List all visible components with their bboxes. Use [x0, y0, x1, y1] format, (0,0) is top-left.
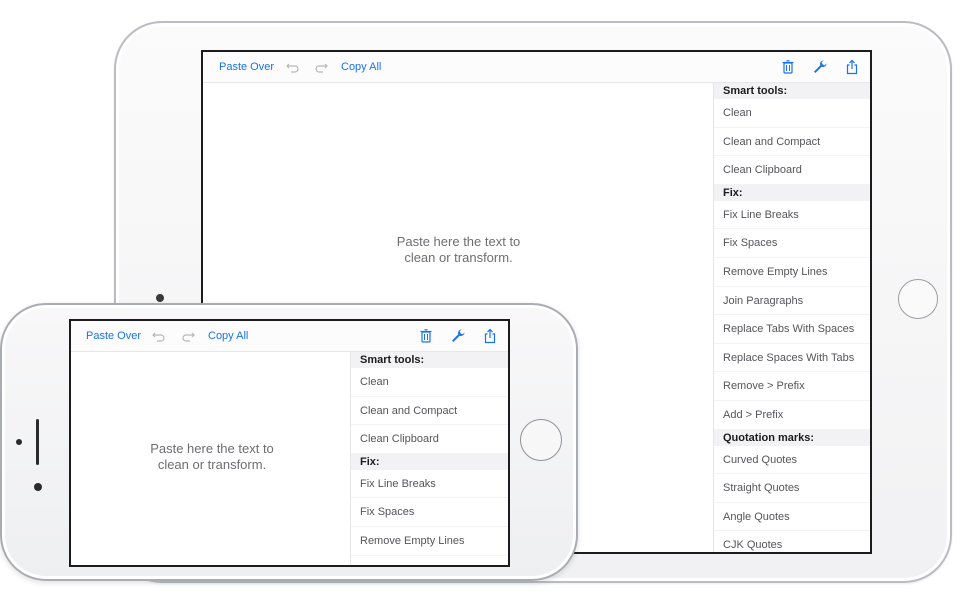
tool-clean-and-compact[interactable]: Clean and Compact [714, 128, 870, 157]
tool-remove-empty-lines[interactable]: Remove Empty Lines [351, 527, 508, 556]
share-icon[interactable] [482, 328, 498, 344]
copy-all-button[interactable]: Copy All [341, 52, 381, 82]
tool-fix-line-breaks[interactable]: Fix Line Breaks [351, 470, 508, 499]
placeholder-line-1: Paste here the text to [396, 234, 521, 249]
placeholder-line-1: Paste here the text to [150, 441, 274, 456]
tool-add-prefix[interactable]: Add > Prefix [714, 401, 870, 430]
tool-replace-tabs-with-spaces[interactable]: Replace Tabs With Spaces [714, 315, 870, 344]
placeholder-line-2: clean or transform. [157, 457, 267, 472]
tool-clean-and-compact[interactable]: Clean and Compact [351, 397, 508, 426]
tool-replace-spaces-with-tabs[interactable]: Replace Spaces With Tabs [714, 344, 870, 373]
editor-placeholder[interactable]: Paste here the text to clean or transfor… [203, 234, 714, 266]
tools-panel: Smart tools: Clean Clean and Compact Cle… [350, 352, 508, 565]
editor-placeholder[interactable]: Paste here the text to clean or transfor… [71, 441, 353, 473]
section-header-fix: Fix: [714, 184, 870, 201]
tool-fix-line-breaks[interactable]: Fix Line Breaks [714, 201, 870, 230]
iphone-home-button[interactable] [520, 419, 562, 461]
wrench-icon[interactable] [450, 328, 466, 344]
copy-all-button[interactable]: Copy All [208, 321, 248, 351]
placeholder-line-2: clean or transform. [404, 250, 513, 265]
tool-angle-quotes[interactable]: Angle Quotes [714, 503, 870, 532]
undo-icon[interactable] [151, 328, 167, 344]
wrench-icon[interactable] [812, 59, 828, 75]
tool-straight-quotes[interactable]: Straight Quotes [714, 474, 870, 503]
trash-icon[interactable] [780, 59, 796, 75]
paste-over-button[interactable]: Paste Over [86, 321, 141, 351]
tool-curved-quotes[interactable]: Curved Quotes [714, 446, 870, 475]
iphone-camera [16, 439, 22, 445]
undo-icon[interactable] [285, 59, 301, 75]
section-header-smart-tools: Smart tools: [714, 83, 870, 99]
tool-clean[interactable]: Clean [351, 368, 508, 397]
tool-clean-clipboard[interactable]: Clean Clipboard [351, 425, 508, 454]
paste-over-button[interactable]: Paste Over [219, 52, 274, 82]
iphone-toolbar: Paste Over Copy All [71, 321, 508, 352]
tool-clean-clipboard[interactable]: Clean Clipboard [714, 156, 870, 185]
section-header-quotation-marks: Quotation marks: [714, 429, 870, 446]
redo-icon[interactable] [180, 328, 196, 344]
section-header-fix: Fix: [351, 453, 508, 470]
tool-clean[interactable]: Clean [714, 99, 870, 128]
tools-panel: Smart tools: Clean Clean and Compact Cle… [713, 83, 870, 552]
share-icon[interactable] [844, 59, 860, 75]
iphone-speaker [36, 419, 39, 465]
tool-join-paragraphs[interactable]: Join Paragraphs [714, 287, 870, 316]
tool-remove-empty-lines[interactable]: Remove Empty Lines [714, 258, 870, 287]
trash-icon[interactable] [418, 328, 434, 344]
tool-fix-spaces[interactable]: Fix Spaces [351, 498, 508, 527]
iphone-screen: Paste Over Copy All Paste here the text … [69, 319, 510, 567]
tool-remove-prefix[interactable]: Remove > Prefix [714, 372, 870, 401]
iphone-sensor [34, 483, 42, 491]
redo-icon[interactable] [313, 59, 329, 75]
tool-fix-spaces[interactable]: Fix Spaces [714, 229, 870, 258]
ipad-home-button[interactable] [898, 279, 938, 319]
ipad-toolbar: Paste Over Copy All [203, 52, 870, 83]
ipad-side-button [156, 294, 164, 302]
section-header-smart-tools: Smart tools: [351, 352, 508, 368]
tool-cjk-quotes[interactable]: CJK Quotes [714, 531, 870, 552]
